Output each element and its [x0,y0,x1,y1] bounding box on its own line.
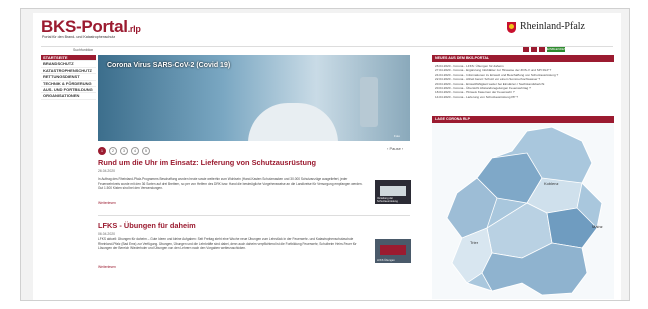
article-thumbnail[interactable]: Verteilung der Schutzausrüstung [375,180,411,204]
pager-dot-5[interactable]: 5 [142,147,150,155]
hero-credit: Foto [394,134,401,138]
hero-bottle-shape [360,77,378,127]
thumbnail-caption: Verteilung der Schutzausrüstung [377,197,398,203]
browser-frame: BKS-Portal.rlp Portal für den Brand- und… [20,8,630,301]
site-logo[interactable]: BKS-Portal.rlp [41,17,141,37]
page: BKS-Portal.rlp Portal für den Brand- und… [33,13,621,300]
article-text: In Auftrag des Rheinland-Pfalz-Programms… [98,177,363,191]
top-toolbar: Suchfunktion EINBLENDEN [41,46,613,55]
pager-dot-1[interactable]: 1 [98,147,106,155]
read-more-link[interactable]: Weiterlesen [98,265,116,269]
corona-map[interactable]: Koblenz Trier Mainz [432,123,614,299]
map-label-trier: Trier [470,240,479,245]
tool-icons: EINBLENDEN [523,47,566,52]
mail-icon[interactable] [531,47,537,52]
font-size-icon[interactable] [539,47,545,52]
pager-dot-2[interactable]: 2 [109,147,117,155]
hero-caption: Corona Virus SARS-CoV-2 (Covid 19) [107,62,231,69]
map-label-mainz: Mainz [592,224,603,229]
search-label[interactable]: Suchfunktion [73,48,93,52]
state-crest-icon [507,22,516,33]
rlp-map-shape [446,126,603,296]
article-date: 06.04.2020 [98,232,115,236]
map-label-koblenz: Koblenz [544,181,559,186]
read-more-link[interactable]: Weiterlesen [98,201,116,205]
article-date: 26.04.2020 [98,169,115,173]
thumbnail-screen-shape [380,245,406,255]
article-title[interactable]: LFKS - Übungen für daheim [98,221,196,230]
sidebar-nav: STARTSEITE BRANDSCHUTZ KATASTROPHENSCHUT… [41,55,96,100]
logo-suffix: .rlp [127,24,141,34]
news-item[interactable]: 14.04.2020 - Corona - Lieferung von Schu… [435,95,611,99]
sidebar-item-organisationen[interactable]: ORGANISATIONEN [41,93,96,100]
pause-button[interactable]: ‹ Pause › [387,146,403,151]
pager-dot-3[interactable]: 3 [120,147,128,155]
article-thumbnail[interactable]: LFKS Übungen [375,239,411,263]
slider-pager: 1 2 3 4 5 [98,147,150,155]
corona-map-panel: LAGE CORONA RLP Koblenz Trier Mainz [432,116,614,299]
news-panel: NEUES AUS DEM BKS-PORTAL 28.04.2020 - Co… [432,55,614,101]
thumbnail-vehicle-shape [380,186,406,196]
news-header: NEUES AUS DEM BKS-PORTAL [432,55,614,62]
map-header: LAGE CORONA RLP [432,116,614,123]
divider [98,215,410,216]
state-name[interactable]: Rheinland-Pfalz [520,21,585,32]
logo-title: BKS-Portal [41,17,128,36]
article-text: LFKS aktuell: Übungen für daheim – Gute … [98,237,357,251]
accessibility-button[interactable]: EINBLENDEN [547,47,566,52]
article-title[interactable]: Rund um die Uhr im Einsatz: Lieferung vo… [98,158,316,167]
print-icon[interactable] [523,47,529,52]
logo-subtitle: Portal für den Brand- und Katastrophensc… [42,35,116,39]
thumbnail-caption: LFKS Übungen [377,259,395,262]
pause-label: Pause [389,146,401,151]
pager-dot-4[interactable]: 4 [131,147,139,155]
news-list: 28.04.2020 - Corona - LFKS: Übungen für … [432,62,614,101]
hero-glove-shape [248,103,338,141]
hero-slider[interactable]: Corona Virus SARS-CoV-2 (Covid 19) Foto [98,55,410,141]
